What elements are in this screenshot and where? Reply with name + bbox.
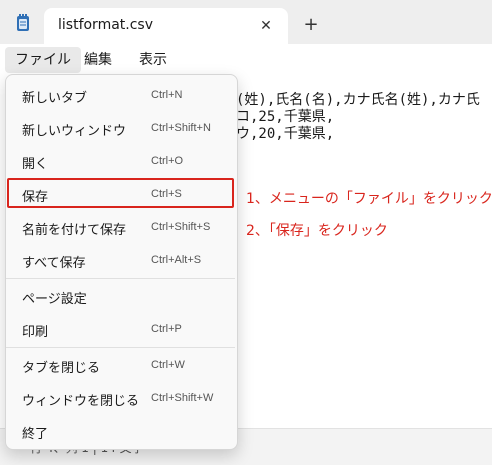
menu-item-shortcut: Ctrl+Alt+S <box>151 254 202 266</box>
menu-item-page-setup[interactable]: ページ設定 <box>10 281 233 311</box>
editor-line-3: ウ,20,千葉県, <box>236 126 335 142</box>
tab-title: listformat.csv <box>58 17 153 33</box>
menu-item-label: 終了 <box>22 427 49 442</box>
save-highlight-box <box>7 178 234 208</box>
menu-item-save-all[interactable]: すべて保存 Ctrl+Alt+S <box>10 245 233 275</box>
menu-file[interactable]: ファイル <box>5 47 81 73</box>
menu-item-shortcut: Ctrl+W <box>151 359 185 371</box>
menu-item-label: ウィンドウを閉じる <box>22 394 140 409</box>
menu-item-shortcut: Ctrl+N <box>151 89 183 101</box>
menu-item-shortcut: Ctrl+Shift+W <box>151 392 214 404</box>
menu-item-shortcut: Ctrl+P <box>151 323 182 335</box>
menu-item-shortcut: Ctrl+Shift+S <box>151 221 211 233</box>
annotation-step-2: 2、「保存」をクリック <box>246 223 388 239</box>
menu-item-label: ページ設定 <box>22 292 87 307</box>
menu-item-label: 新しいウィンドウ <box>22 124 127 139</box>
notepad-window: listformat.csv ✕ + ファイル 編集 表示 (姓),氏名(名),… <box>0 0 492 465</box>
menu-item-new-tab[interactable]: 新しいタブ Ctrl+N <box>10 80 233 110</box>
menu-item-label: すべて保存 <box>22 256 86 271</box>
title-bar: listformat.csv ✕ + <box>0 0 492 44</box>
menu-item-print[interactable]: 印刷 Ctrl+P <box>10 314 233 344</box>
menu-item-label: 印刷 <box>22 325 49 340</box>
menu-item-label: 新しいタブ <box>22 91 88 106</box>
menu-item-label: 開く <box>22 157 49 172</box>
tab-listformat[interactable]: listformat.csv ✕ <box>44 8 288 44</box>
menu-item-label: タブを閉じる <box>22 361 101 376</box>
annotation-step-1: 1、メニューの「ファイル」をクリック <box>246 191 492 207</box>
menu-bar: ファイル 編集 表示 <box>0 44 492 76</box>
menu-item-new-window[interactable]: 新しいウィンドウ Ctrl+Shift+N <box>10 113 233 143</box>
menu-item-close-window[interactable]: ウィンドウを閉じる Ctrl+Shift+W <box>10 383 233 413</box>
notepad-icon <box>17 14 29 31</box>
menu-item-label: 名前を付けて保存 <box>22 223 127 238</box>
menu-view[interactable]: 表示 <box>129 47 177 73</box>
menu-separator <box>6 347 235 348</box>
menu-item-shortcut: Ctrl+Shift+N <box>151 122 211 134</box>
menu-item-save-as[interactable]: 名前を付けて保存 Ctrl+Shift+S <box>10 212 233 242</box>
menu-item-close-tab[interactable]: タブを閉じる Ctrl+W <box>10 350 233 380</box>
menu-item-exit[interactable]: 終了 <box>10 416 233 446</box>
menu-item-open[interactable]: 開く Ctrl+O <box>10 146 233 176</box>
file-menu-dropdown: 新しいタブ Ctrl+N 新しいウィンドウ Ctrl+Shift+N 開く Ct… <box>5 74 238 450</box>
menu-separator <box>6 278 235 279</box>
menu-edit[interactable]: 編集 <box>74 47 122 73</box>
new-tab-button[interactable]: + <box>300 14 322 36</box>
menu-item-shortcut: Ctrl+O <box>151 155 184 167</box>
close-tab-icon[interactable]: ✕ <box>256 16 276 36</box>
